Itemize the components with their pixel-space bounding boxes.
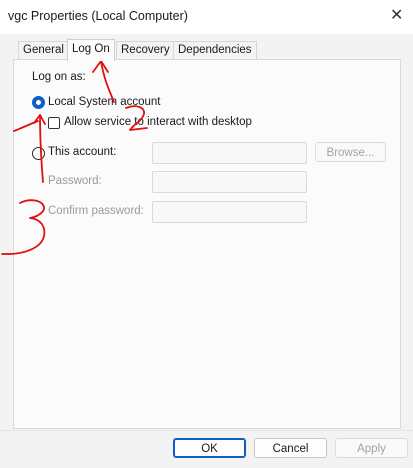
title-bar: vgc Properties (Local Computer) ✕ (0, 0, 413, 34)
interact-desktop-label[interactable]: Allow service to interact with desktop (64, 116, 252, 128)
window-title: vgc Properties (Local Computer) (8, 9, 188, 23)
tab-general[interactable]: General (18, 41, 69, 59)
this-account-radio[interactable] (32, 147, 45, 160)
tab-dependencies[interactable]: Dependencies (173, 41, 257, 59)
this-account-label[interactable]: This account: (48, 146, 116, 158)
footer-separator (0, 430, 413, 431)
browse-button[interactable]: Browse... (315, 142, 386, 162)
password-label: Password: (48, 175, 102, 187)
tab-log-on[interactable]: Log On (67, 39, 115, 61)
tab-recovery[interactable]: Recovery (116, 41, 175, 59)
local-system-radio[interactable] (32, 96, 45, 109)
apply-button[interactable]: Apply (335, 438, 408, 458)
confirm-password-label: Confirm password: (48, 205, 144, 217)
confirm-password-field[interactable] (152, 201, 307, 223)
password-field[interactable] (152, 171, 307, 193)
interact-desktop-checkbox[interactable] (48, 117, 60, 129)
cancel-button[interactable]: Cancel (254, 438, 327, 458)
account-field[interactable] (152, 142, 307, 164)
tab-strip: General Log On Recovery Dependencies (0, 39, 413, 61)
log-on-panel (13, 59, 401, 429)
log-on-as-label: Log on as: (32, 71, 86, 83)
ok-button[interactable]: OK (173, 438, 246, 458)
local-system-label[interactable]: Local System account (48, 96, 161, 108)
close-icon[interactable]: ✕ (390, 5, 403, 25)
